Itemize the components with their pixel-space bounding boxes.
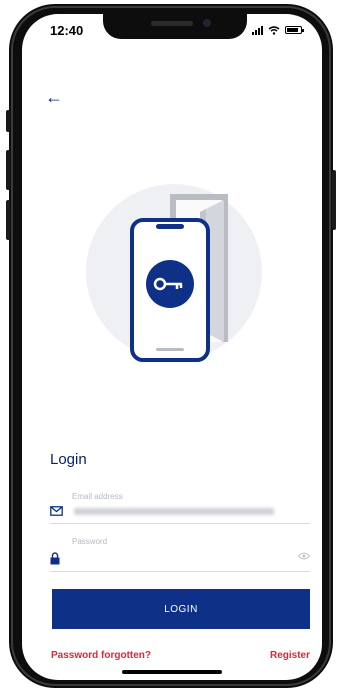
email-field-group: Email address bbox=[50, 492, 310, 530]
speaker bbox=[151, 21, 193, 26]
status-time: 12:40 bbox=[50, 23, 84, 38]
lock-icon bbox=[50, 552, 60, 565]
eye-icon[interactable] bbox=[298, 552, 310, 560]
app-screen: 12:40 ← Login Email address Password LOG… bbox=[22, 14, 322, 680]
register-link[interactable]: Register bbox=[270, 650, 310, 661]
password-text-input[interactable] bbox=[74, 557, 290, 569]
email-underline bbox=[50, 523, 310, 524]
phone-volume-up-button bbox=[6, 150, 10, 190]
password-input[interactable] bbox=[74, 553, 290, 569]
wifi-icon bbox=[268, 25, 280, 35]
phone-side-button bbox=[6, 110, 10, 132]
login-button[interactable]: LOGIN bbox=[52, 589, 310, 629]
phone-notch bbox=[103, 14, 247, 39]
password-forgotten-link[interactable]: Password forgotten? bbox=[51, 650, 151, 661]
password-underline bbox=[50, 571, 310, 572]
email-icon bbox=[50, 506, 63, 516]
signal-icon bbox=[252, 25, 263, 35]
password-field-group: Password bbox=[50, 537, 310, 577]
smartphone-icon bbox=[130, 218, 210, 362]
email-value-redacted bbox=[74, 508, 274, 515]
page-title: Login bbox=[50, 451, 87, 468]
password-label: Password bbox=[72, 537, 108, 546]
status-icons bbox=[252, 25, 304, 35]
login-illustration bbox=[86, 184, 262, 362]
front-camera bbox=[203, 19, 211, 27]
email-label: Email address bbox=[72, 492, 123, 501]
phone-power-button bbox=[332, 170, 336, 230]
home-indicator bbox=[122, 670, 222, 674]
battery-icon bbox=[285, 26, 304, 34]
back-arrow-icon[interactable]: ← bbox=[45, 88, 63, 106]
email-input[interactable] bbox=[74, 506, 290, 516]
phone-volume-down-button bbox=[6, 200, 10, 240]
